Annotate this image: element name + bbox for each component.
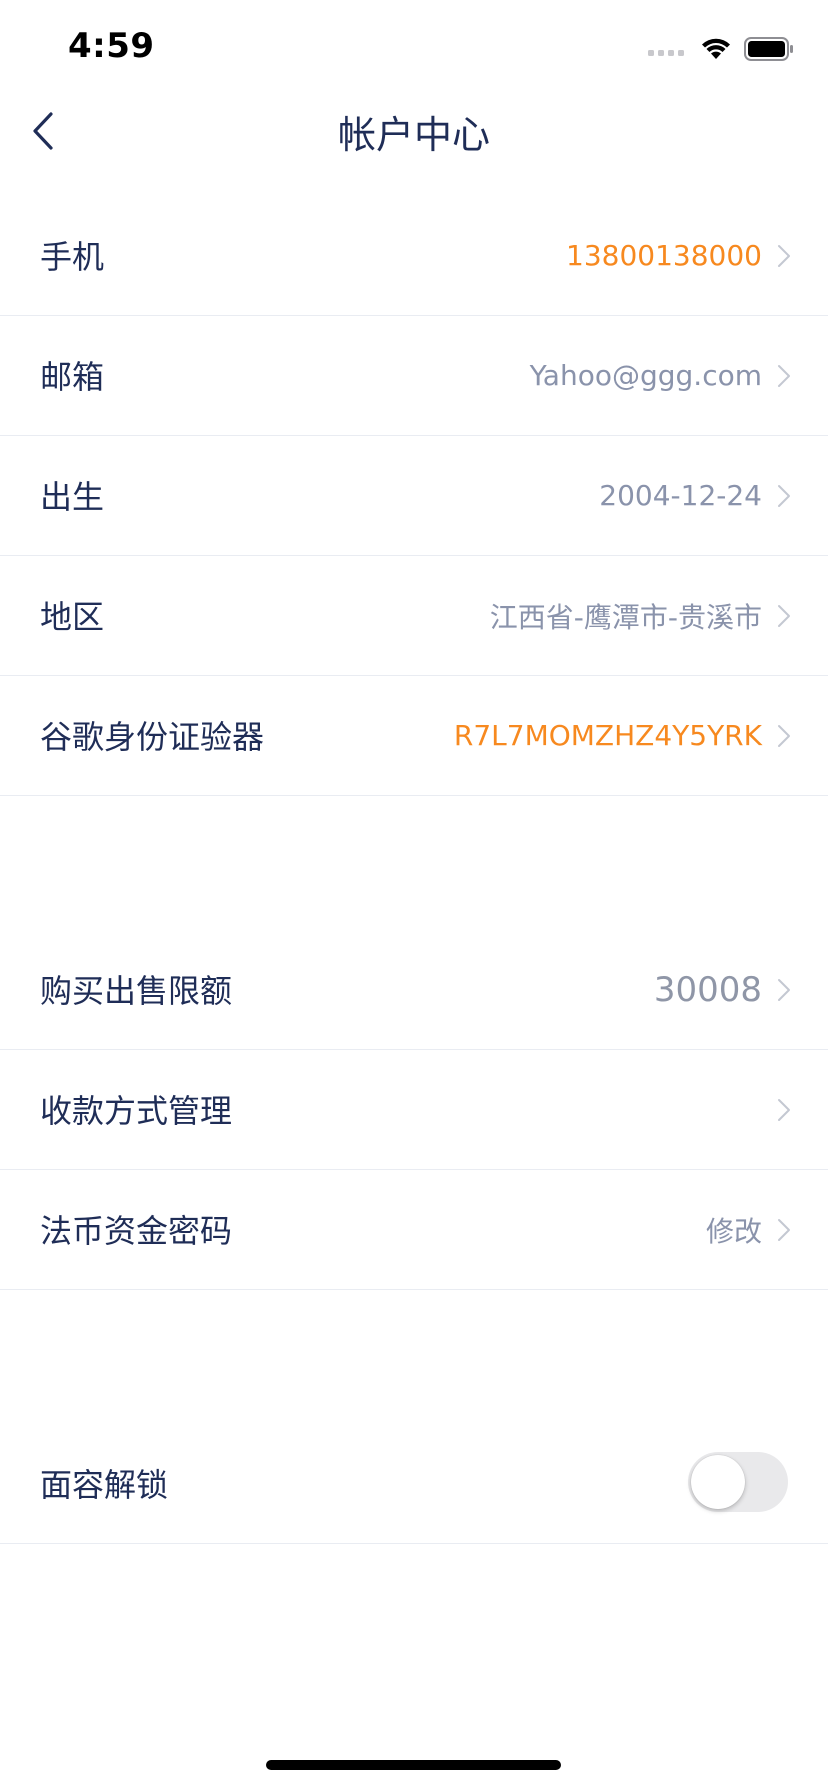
payment-methods-label: 收款方式管理: [40, 1092, 233, 1130]
email-row[interactable]: 邮箱 Yahoo@ggg.com: [0, 316, 828, 436]
phone-value: 13800138000: [566, 239, 762, 272]
cellular-signal-icon: [648, 50, 684, 56]
google-authenticator-value: R7L7MOMZHZ4Y5YRK: [453, 719, 762, 752]
email-label: 邮箱: [40, 358, 105, 396]
chevron-right-icon: [778, 978, 790, 1001]
status-time: 4:59: [68, 26, 155, 66]
chevron-right-icon: [778, 604, 790, 627]
trade-limit-row[interactable]: 购买出售限额 30008: [0, 930, 828, 1050]
chevron-right-icon: [778, 1218, 790, 1241]
trade-settings-list: 购买出售限额 30008 收款方式管理 法币资金密码 修改: [0, 930, 828, 1290]
region-row[interactable]: 地区 江西省-鹰潭市-贵溪市: [0, 556, 828, 676]
status-icons: [648, 34, 794, 64]
face-unlock-toggle[interactable]: [688, 1452, 788, 1512]
page-title: 帐户中心: [337, 113, 490, 157]
fund-password-action: 修改: [705, 1214, 762, 1248]
birth-row[interactable]: 出生 2004-12-24: [0, 436, 828, 556]
chevron-right-icon: [778, 244, 790, 267]
toggle-knob: [691, 1455, 745, 1509]
birth-value: 2004-12-24: [599, 479, 762, 512]
trade-limit-label: 购买出售限额: [40, 972, 233, 1010]
security-list: 面容解锁: [0, 1424, 828, 1544]
payment-methods-row[interactable]: 收款方式管理: [0, 1050, 828, 1170]
trade-limit-value: 30008: [653, 969, 762, 1010]
chevron-right-icon: [778, 1098, 790, 1121]
navigation-bar: 帐户中心: [0, 86, 828, 176]
battery-icon: [744, 37, 793, 61]
fund-password-label: 法币资金密码: [40, 1212, 233, 1250]
fund-password-row[interactable]: 法币资金密码 修改: [0, 1170, 828, 1290]
chevron-right-icon: [778, 484, 790, 507]
phone-label: 手机: [40, 238, 105, 276]
home-indicator[interactable]: [266, 1760, 561, 1770]
region-label: 地区: [40, 598, 105, 636]
wifi-icon: [702, 38, 730, 59]
phone-row[interactable]: 手机 13800138000: [0, 196, 828, 316]
google-authenticator-row[interactable]: 谷歌身份证验器 R7L7MOMZHZ4Y5YRK: [0, 676, 828, 796]
face-unlock-row: 面容解锁: [0, 1424, 828, 1544]
birth-label: 出生: [40, 478, 105, 516]
account-info-list: 手机 13800138000 邮箱 Yahoo@ggg.com 出生 2004-…: [0, 196, 828, 796]
chevron-right-icon: [778, 364, 790, 387]
email-value: Yahoo@ggg.com: [529, 359, 762, 392]
face-unlock-label: 面容解锁: [40, 1466, 169, 1504]
google-authenticator-label: 谷歌身份证验器: [40, 718, 265, 756]
status-bar: 4:59: [0, 0, 828, 100]
region-value: 江西省-鹰潭市-贵溪市: [489, 600, 762, 634]
chevron-right-icon: [778, 724, 790, 747]
